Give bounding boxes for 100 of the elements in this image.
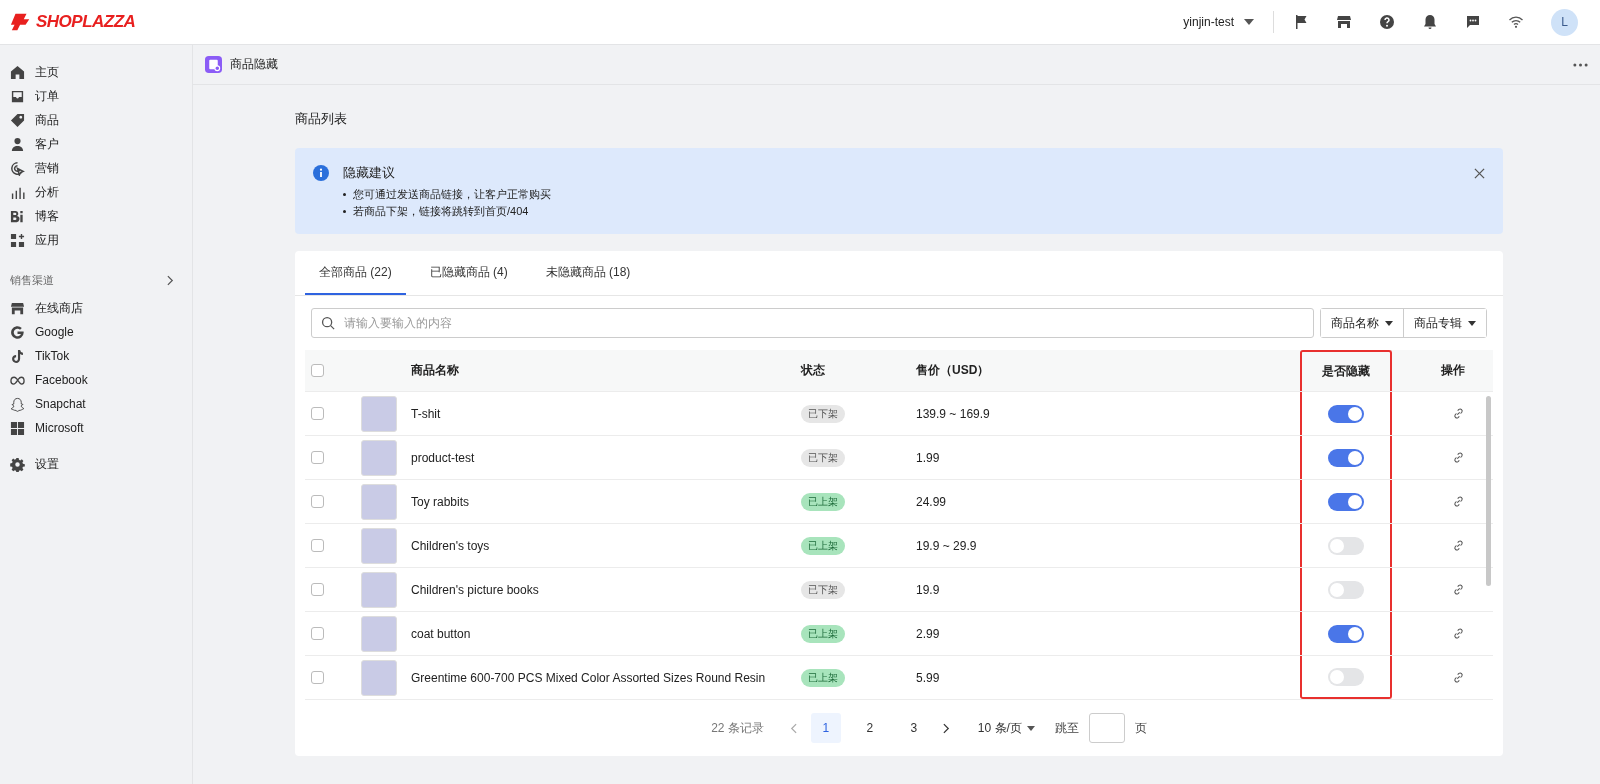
sidebar-item[interactable]: 商品	[10, 108, 182, 132]
page-size-dropdown[interactable]: 10 条/页	[971, 718, 1041, 738]
inbox-icon	[10, 88, 25, 104]
tab[interactable]: 未隐藏商品 (18)	[531, 251, 645, 295]
checkbox[interactable]	[311, 364, 324, 377]
sidebar-item[interactable]: 分析	[10, 180, 182, 204]
tab[interactable]: 已隐藏商品 (4)	[415, 251, 522, 295]
wifi-icon[interactable]	[1508, 14, 1524, 30]
link-icon[interactable]	[1452, 627, 1465, 640]
sidebar-item[interactable]: 营销	[10, 156, 182, 180]
sidebar-item[interactable]: TikTok	[10, 344, 182, 368]
search-field[interactable]: 请输入要输入的内容	[311, 308, 1314, 338]
notice-title: 隐藏建议	[343, 164, 396, 182]
page-button[interactable]: 1	[810, 713, 841, 743]
store-selector[interactable]: yinjin-test	[1183, 15, 1254, 29]
sidebar-item[interactable]: Microsoft	[10, 416, 182, 440]
link-icon[interactable]	[1452, 583, 1465, 596]
price: 139.9 ~ 169.9	[916, 406, 990, 421]
status-tag: 已下架	[801, 580, 845, 599]
notice-bullet: 您可通过发送商品链接，让客户正常购买	[343, 187, 1460, 202]
caret-icon	[1385, 320, 1393, 326]
record-count: 22 条记录	[711, 719, 764, 737]
page-button[interactable]: 3	[898, 713, 929, 743]
marketing-icon	[10, 160, 25, 176]
status-tag: 已下架	[801, 404, 845, 423]
price: 1.99	[916, 450, 940, 465]
person-icon	[10, 136, 25, 152]
chevron-right-icon[interactable]	[167, 274, 174, 286]
chat-icon[interactable]	[1465, 14, 1481, 30]
toggle-switch[interactable]	[1328, 404, 1364, 423]
store-icon	[10, 300, 25, 316]
google-icon	[10, 324, 25, 340]
checkbox[interactable]	[311, 583, 324, 596]
product-name: Children's toys	[411, 538, 490, 553]
logo-icon	[10, 11, 32, 33]
checkbox[interactable]	[311, 671, 324, 684]
sidebar-item[interactable]: Snapchat	[10, 392, 182, 416]
toggle-switch[interactable]	[1328, 624, 1364, 643]
help-icon[interactable]	[1379, 14, 1395, 30]
toggle-switch[interactable]	[1328, 536, 1364, 555]
product-name: Toy rabbits	[411, 494, 470, 509]
sidebar-item[interactable]: 主页	[10, 60, 182, 84]
photo-placeholder	[361, 395, 397, 432]
sidebar-item[interactable]: 在线商店	[10, 296, 182, 320]
page-button[interactable]: 2	[854, 713, 885, 743]
user-avatar[interactable]: L	[1551, 8, 1578, 36]
store-icon[interactable]	[1336, 14, 1352, 30]
price: 24.99	[916, 494, 947, 509]
photo-placeholder	[361, 615, 397, 652]
sidebar-item[interactable]: 应用	[10, 228, 182, 252]
sidebar-item[interactable]: Facebook	[10, 368, 182, 392]
status-tag: 已上架	[801, 624, 845, 643]
sidebar-item[interactable]: 订单	[10, 84, 182, 108]
blog-icon	[10, 208, 25, 224]
filter-dropdown[interactable]: 商品专辑	[1403, 309, 1486, 337]
apps-icon	[10, 232, 25, 248]
home-icon	[10, 64, 25, 80]
notice-bullet: 若商品下架，链接将跳转到首页/404	[343, 204, 1460, 219]
chevron-left-icon[interactable]	[789, 722, 797, 734]
price: 19.9 ~ 29.9	[916, 538, 977, 553]
link-icon[interactable]	[1452, 407, 1465, 420]
checkbox[interactable]	[311, 539, 324, 552]
page-input[interactable]	[1088, 713, 1125, 743]
toggle-switch[interactable]	[1328, 492, 1364, 511]
toggle-switch[interactable]	[1328, 580, 1364, 599]
bell-icon[interactable]	[1422, 14, 1438, 30]
toggle-switch[interactable]	[1328, 667, 1364, 686]
chevron-right-icon[interactable]	[942, 722, 950, 734]
checkbox[interactable]	[311, 627, 324, 640]
scrollbar[interactable]	[1486, 396, 1491, 586]
link-icon[interactable]	[1452, 539, 1465, 552]
checkbox[interactable]	[311, 451, 324, 464]
sidebar-item[interactable]: 设置	[10, 452, 182, 476]
status-tag: 已上架	[801, 492, 845, 511]
tag-icon	[10, 112, 25, 128]
link-icon[interactable]	[1452, 671, 1465, 684]
tab[interactable]: 全部商品 (22)	[305, 251, 406, 295]
logo-text: SHOPLAZZA	[36, 12, 136, 32]
flag-icon[interactable]	[1293, 14, 1309, 30]
checkbox[interactable]	[311, 407, 324, 420]
link-icon[interactable]	[1452, 495, 1465, 508]
status-tag: 已上架	[801, 536, 845, 555]
sidebar-item[interactable]: Google	[10, 320, 182, 344]
settings-icon	[10, 456, 25, 472]
more-icon[interactable]	[1573, 62, 1588, 67]
product-name: Greentime 600-700 PCS Mixed Color Assorted Sizes Round Resin	[411, 670, 766, 685]
product-name: T-shit	[411, 406, 441, 421]
column-header: 是否隐藏	[1322, 363, 1370, 380]
column-header: 商品名称	[411, 362, 459, 379]
sidebar-item[interactable]: 博客	[10, 204, 182, 228]
sidebar-item[interactable]: 客户	[10, 132, 182, 156]
status-tag: 已上架	[801, 668, 845, 687]
link-icon[interactable]	[1452, 451, 1465, 464]
page-title: 商品列表	[295, 110, 348, 126]
price: 19.9	[916, 582, 940, 597]
toggle-switch[interactable]	[1328, 448, 1364, 467]
caret-icon	[1244, 19, 1254, 25]
close-icon[interactable]	[1474, 168, 1485, 179]
checkbox[interactable]	[311, 495, 324, 508]
caret-icon	[1026, 725, 1035, 731]
